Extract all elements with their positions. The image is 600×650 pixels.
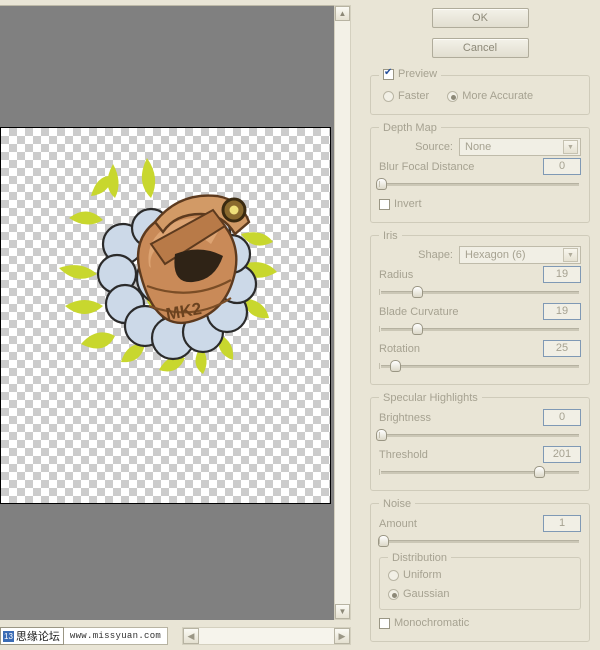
source-select-value: None — [465, 141, 492, 153]
specular-highlights-title: Specular Highlights — [383, 391, 478, 404]
ok-button[interactable]: OK — [431, 8, 529, 28]
vertical-scrollbar[interactable]: ▲ ▼ — [334, 5, 351, 620]
uniform-label: Uniform — [403, 569, 442, 581]
amount-value[interactable]: 1 — [543, 515, 581, 532]
blade-curvature-value[interactable]: 19 — [543, 303, 581, 320]
threshold-slider[interactable] — [379, 465, 581, 479]
threshold-value[interactable]: 201 — [543, 446, 581, 463]
chevron-down-icon[interactable]: ▼ — [563, 140, 578, 154]
scroll-up-icon[interactable]: ▲ — [335, 6, 350, 21]
blade-curvature-thumb[interactable] — [412, 322, 424, 335]
preview-bottom-bar: 13 思缘论坛 www.missyuan.com ◀ ▶ — [0, 627, 351, 645]
more-accurate-radio-dot[interactable] — [447, 90, 459, 102]
distribution-radio-gaussian[interactable]: Gaussian — [388, 585, 572, 604]
rotation-label: Rotation — [379, 342, 420, 355]
shape-label: Shape: — [418, 249, 453, 261]
brightness-label: Brightness — [379, 411, 431, 424]
blur-focal-distance-value[interactable]: 0 — [543, 158, 581, 175]
brightness-value[interactable]: 0 — [543, 409, 581, 426]
quality-radio-faster[interactable]: Faster — [383, 90, 429, 102]
radius-slider[interactable] — [379, 285, 581, 299]
invert-checkbox-box[interactable] — [379, 198, 390, 210]
threshold-label: Threshold — [379, 448, 428, 461]
rotation-thumb[interactable] — [390, 359, 402, 372]
preview-viewport[interactable]: MK2 — [0, 5, 334, 620]
brightness-thumb[interactable] — [376, 428, 388, 441]
blur-focal-distance-slider[interactable] — [376, 177, 581, 191]
horizontal-scrollbar[interactable]: ◀ ▶ — [182, 627, 351, 645]
amount-slider[interactable] — [378, 534, 581, 548]
image-canvas[interactable]: MK2 — [0, 127, 331, 504]
rotation-slider[interactable] — [379, 359, 581, 373]
amount-thumb[interactable] — [378, 534, 390, 547]
preview-checkbox[interactable]: Preview — [379, 67, 441, 83]
distribution-title: Distribution — [392, 551, 448, 564]
watermark: 13 思缘论坛 www.missyuan.com — [0, 627, 169, 645]
distribution-radio-uniform[interactable]: Uniform — [388, 566, 572, 585]
depth-map-group: Depth Map Source: None ▼ Blur Focal Dist… — [370, 121, 590, 223]
faster-radio-dot[interactable] — [383, 90, 394, 102]
threshold-thumb[interactable] — [533, 465, 545, 478]
blur-focal-distance-thumb[interactable] — [376, 177, 388, 190]
monochromatic-label: Monochromatic — [394, 617, 470, 629]
noise-title: Noise — [383, 497, 412, 510]
cancel-button[interactable]: Cancel — [431, 38, 529, 58]
amount-label: Amount — [379, 517, 417, 530]
gaussian-radio-dot[interactable] — [388, 588, 399, 600]
iris-title: Iris — [383, 229, 398, 242]
iris-group: Iris Shape: Hexagon (6) ▼ Radius 19 Blad… — [370, 229, 590, 385]
preview-group: Preview Faster More Accurate — [370, 67, 590, 115]
shape-select[interactable]: Hexagon (6) ▼ — [459, 246, 581, 264]
scroll-right-icon[interactable]: ▶ — [334, 628, 350, 644]
radius-label: Radius — [379, 268, 414, 281]
invert-label: Invert — [394, 198, 422, 210]
scroll-left-icon[interactable]: ◀ — [183, 628, 199, 644]
preview-checkbox-label: Preview — [398, 68, 438, 80]
watermark-index: 13 — [3, 630, 14, 642]
source-label: Source: — [415, 141, 453, 153]
grenade-artwork: MK2 — [59, 158, 277, 374]
depth-map-title: Depth Map — [383, 121, 437, 134]
watermark-forum-name: 思缘论坛 — [15, 631, 60, 643]
noise-group: Noise Amount 1 Distribution Uniform Gaus… — [370, 497, 590, 642]
scroll-down-icon[interactable]: ▼ — [335, 604, 350, 619]
specular-highlights-group: Specular Highlights Brightness 0 Thresho… — [370, 391, 590, 491]
distribution-group: Distribution Uniform Gaussian — [379, 551, 581, 610]
brightness-slider[interactable] — [376, 428, 581, 442]
preview-checkbox-box[interactable] — [383, 67, 394, 80]
watermark-url: www.missyuan.com — [63, 627, 169, 645]
monochromatic-checkbox-box[interactable] — [379, 617, 390, 629]
quality-radio-more-accurate[interactable]: More Accurate — [447, 90, 533, 102]
blade-curvature-label: Blade Curvature — [379, 305, 459, 318]
controls-panel: OK Cancel Preview Faster More Accurate — [360, 0, 600, 650]
rotation-value[interactable]: 25 — [543, 340, 581, 357]
source-select[interactable]: None ▼ — [459, 138, 581, 156]
uniform-radio-dot[interactable] — [388, 569, 399, 581]
radius-value[interactable]: 19 — [543, 266, 581, 283]
gaussian-label: Gaussian — [403, 588, 450, 600]
faster-label: Faster — [398, 90, 430, 102]
more-accurate-label: More Accurate — [462, 90, 534, 102]
blur-focal-distance-label: Blur Focal Distance — [379, 160, 475, 173]
monochromatic-checkbox[interactable]: Monochromatic — [379, 614, 581, 633]
lens-blur-dialog: MK2 ▲ ▼ 13 思缘论坛 www.missyuan.com ◀ ▶ OK … — [0, 0, 600, 650]
watermark-forum-badge: 13 思缘论坛 — [0, 627, 64, 645]
chevron-down-icon[interactable]: ▼ — [563, 248, 578, 262]
preview-pane: MK2 ▲ ▼ 13 思缘论坛 www.missyuan.com ◀ ▶ — [0, 0, 360, 650]
radius-thumb[interactable] — [412, 285, 424, 298]
blade-curvature-slider[interactable] — [379, 322, 581, 336]
shape-select-value: Hexagon (6) — [465, 249, 526, 261]
